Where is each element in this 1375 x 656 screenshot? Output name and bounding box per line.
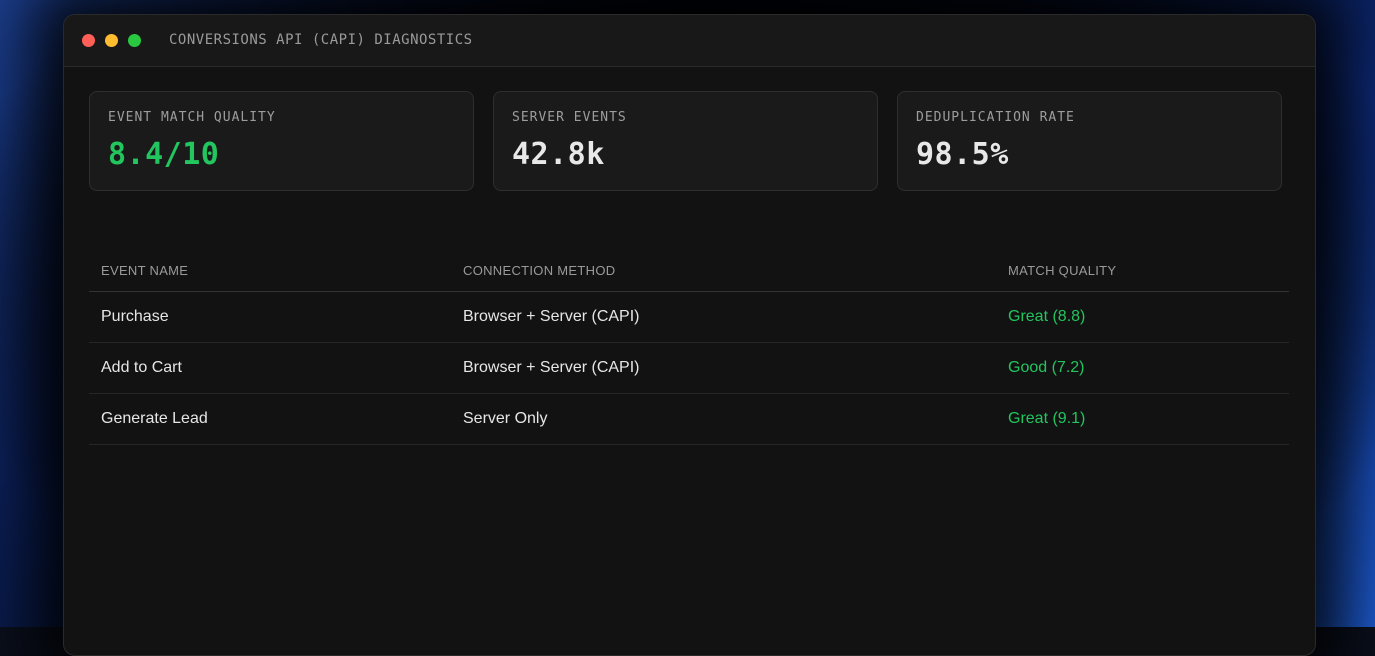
header-connection-method: CONNECTION METHOD (451, 250, 996, 292)
event-name-cell: Add to Cart (89, 342, 451, 394)
match-quality-cell: Great (8.8) (996, 291, 1289, 343)
minimize-window-button[interactable] (105, 34, 118, 47)
metric-label: EVENT MATCH QUALITY (108, 110, 276, 125)
title-bar: CONVERSIONS API (CAPI) DIAGNOSTICS (64, 15, 1315, 67)
metric-value: 42.8k (512, 137, 605, 172)
metric-label: DEDUPLICATION RATE (916, 110, 1075, 125)
events-table: EVENT NAME CONNECTION METHOD MATCH QUALI… (89, 250, 1289, 445)
diagnostics-window: CONVERSIONS API (CAPI) DIAGNOSTICS EVENT… (63, 14, 1316, 656)
metric-value: 8.4/10 (108, 137, 220, 172)
table-row: Add to Cart Browser + Server (CAPI) Good… (89, 342, 1289, 394)
events-table-container: EVENT NAME CONNECTION METHOD MATCH QUALI… (89, 250, 1289, 445)
connection-method-cell: Server Only (451, 393, 996, 445)
metric-value: 98.5% (916, 137, 1009, 172)
close-window-button[interactable] (82, 34, 95, 47)
event-name-cell: Generate Lead (89, 393, 451, 445)
metric-card-deduplication-rate: DEDUPLICATION RATE 98.5% (897, 91, 1282, 191)
match-quality-cell: Great (9.1) (996, 393, 1289, 445)
connection-method-cell: Browser + Server (CAPI) (451, 291, 996, 343)
table-row: Purchase Browser + Server (CAPI) Great (… (89, 291, 1289, 343)
connection-method-cell: Browser + Server (CAPI) (451, 342, 996, 394)
match-quality-cell: Good (7.2) (996, 342, 1289, 394)
table-header-row: EVENT NAME CONNECTION METHOD MATCH QUALI… (89, 250, 1289, 292)
header-match-quality: MATCH QUALITY (996, 250, 1289, 292)
maximize-window-button[interactable] (128, 34, 141, 47)
table-row: Generate Lead Server Only Great (9.1) (89, 393, 1289, 445)
window-title: CONVERSIONS API (CAPI) DIAGNOSTICS (169, 32, 473, 48)
header-event-name: EVENT NAME (89, 250, 451, 292)
metric-label: SERVER EVENTS (512, 110, 627, 125)
metric-cards: EVENT MATCH QUALITY 8.4/10 SERVER EVENTS… (89, 91, 1282, 191)
event-name-cell: Purchase (89, 291, 451, 343)
metric-card-event-match-quality: EVENT MATCH QUALITY 8.4/10 (89, 91, 474, 191)
metric-card-server-events: SERVER EVENTS 42.8k (493, 91, 878, 191)
